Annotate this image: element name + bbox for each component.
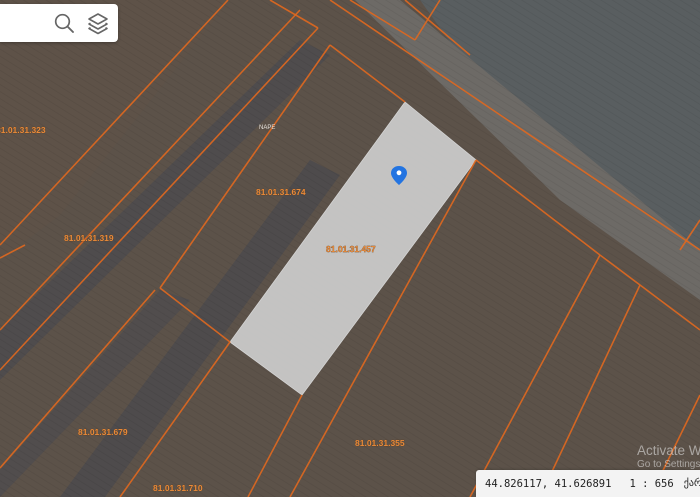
- watermark-title: Activate Windows: [637, 443, 700, 458]
- watermark-subtitle: Go to Settings to activate Windows.: [637, 459, 700, 470]
- status-bar: 44.826117, 41.626891 1 : 656 ქართ: [476, 470, 700, 497]
- map-scale: 1 : 656: [629, 477, 674, 490]
- layers-button[interactable]: [86, 11, 110, 35]
- parcel-label-left-upper: 81.01.31.319: [64, 233, 114, 243]
- parcel-label-topleft: 81.01.31.323: [0, 125, 46, 135]
- search-button[interactable]: [52, 11, 76, 35]
- search-icon: [54, 13, 74, 33]
- map-canvas[interactable]: 81.01.31.323 81.01.31.319 81.01.31.674 8…: [0, 0, 700, 497]
- parcel-label-mid: 81.01.31.674: [256, 187, 306, 197]
- parcel-label-bottom-mid: 81.01.31.710: [153, 483, 203, 493]
- road-label: NAPE: [259, 125, 275, 131]
- layers-icon: [88, 13, 108, 35]
- windows-activation-watermark: Activate Windows Go to Settings to activ…: [637, 443, 700, 470]
- coordinates-readout: 44.826117, 41.626891: [485, 477, 612, 490]
- search-panel: [0, 4, 118, 42]
- language-selector[interactable]: ქართ: [684, 478, 700, 489]
- parcel-label-bottom-center: 81.01.31.355: [355, 438, 405, 448]
- parcel-label-left-lower: 81.01.31.679: [78, 427, 128, 437]
- parcel-label-selected: 81.01.31.457: [326, 244, 376, 254]
